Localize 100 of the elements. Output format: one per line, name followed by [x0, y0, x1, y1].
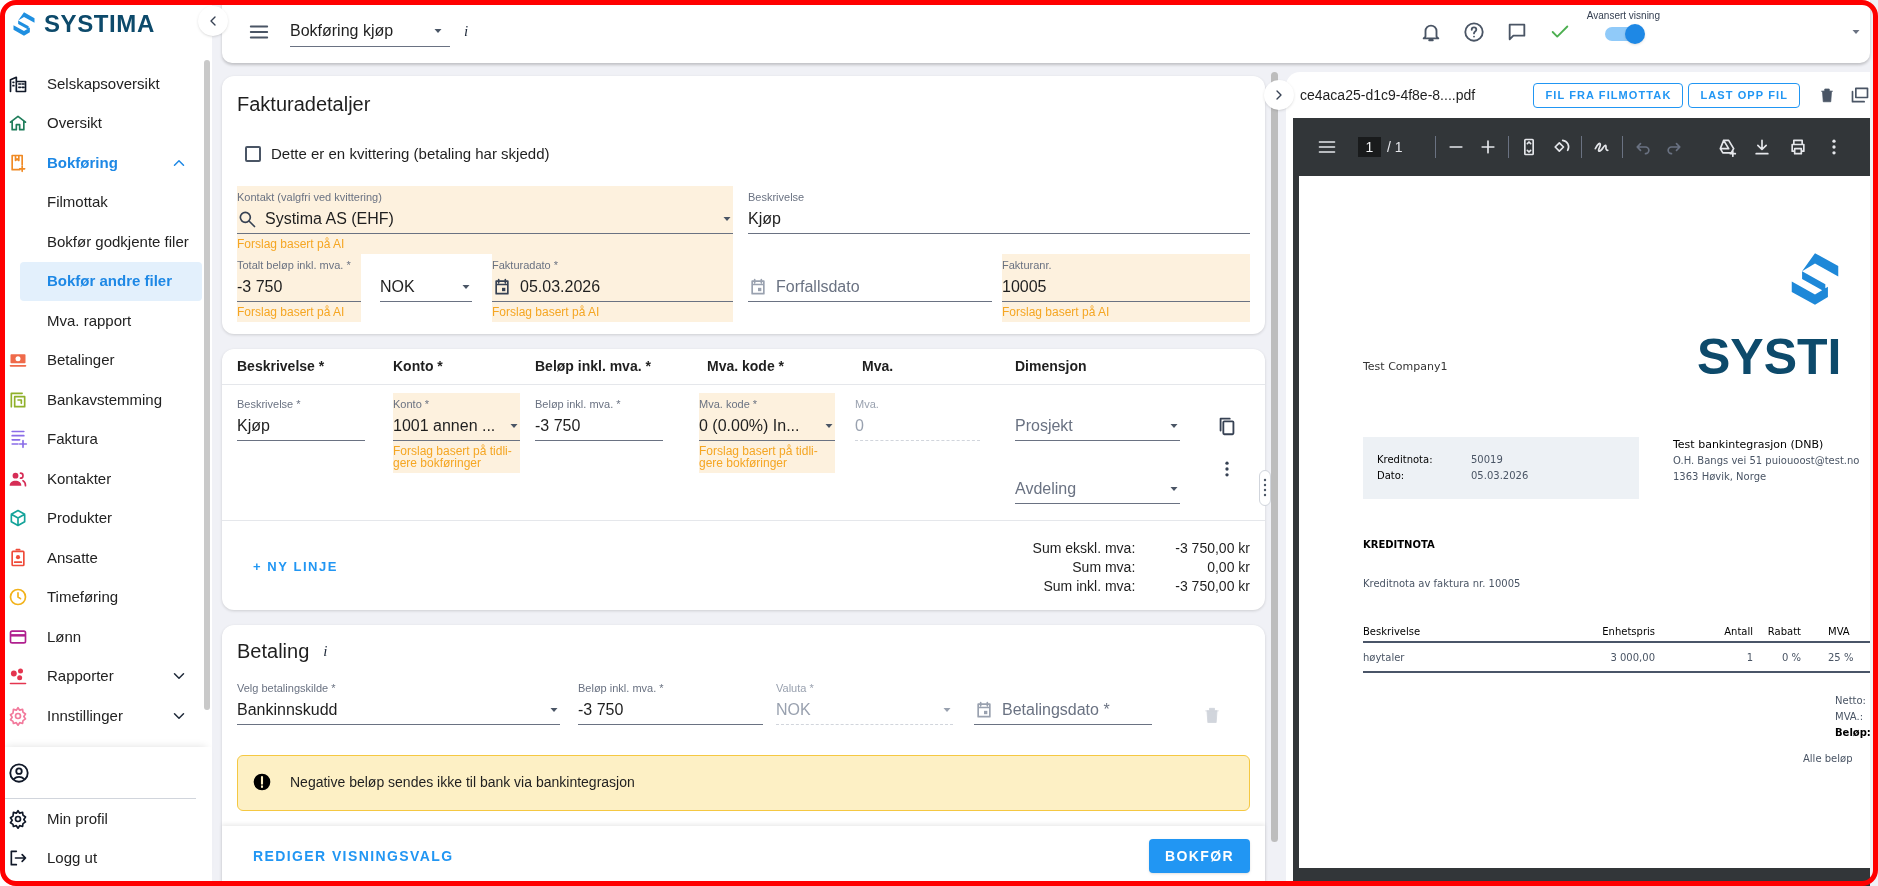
sidebar-item[interactable]: Ansatte	[0, 538, 202, 578]
info-icon[interactable]: i	[323, 639, 328, 663]
sidebar-item[interactable]: Bokføring	[0, 143, 202, 183]
search-field[interactable]: Systima AS (EHF)	[265, 206, 713, 231]
sidebar-item[interactable]: Timeføring	[0, 577, 202, 617]
sidebar-item[interactable]: Bokfør godkjente filer	[20, 222, 202, 262]
sidebar-item[interactable]: Lønn	[0, 617, 202, 657]
logo-text: SYSTI	[1697, 335, 1843, 379]
date-field[interactable]: 05.03.2026	[520, 274, 733, 299]
book-plus-icon	[8, 152, 28, 173]
sidebar-item[interactable]: Selskapsoversikt	[0, 64, 202, 104]
select-field[interactable]: 1001 annen ...	[393, 413, 500, 438]
sidebar-item[interactable]: Rapporter	[0, 656, 202, 696]
calendar-icon	[748, 276, 768, 297]
sidebar-item[interactable]: Filmottak	[20, 182, 202, 222]
total-label: Beløp:	[1835, 726, 1870, 740]
date-field[interactable]: Betalingsdato *	[1002, 697, 1152, 722]
total-label: Netto:	[1835, 694, 1867, 708]
view-toggle[interactable]	[1605, 27, 1642, 41]
clock-icon	[8, 587, 28, 608]
date-field[interactable]: Forfallsdato	[776, 274, 992, 299]
checkbox-label: Dette er en kvittering (betaling har skjedd)	[271, 143, 550, 164]
card-title: Fakturadetaljer	[237, 92, 372, 117]
field-label: Valuta *	[776, 681, 815, 695]
footnote: Alle beløp	[1803, 752, 1854, 766]
scrollbar[interactable]	[1271, 72, 1278, 842]
scrollbar[interactable]	[204, 60, 210, 710]
select-field[interactable]: 0 (0.00%) In...	[699, 413, 815, 438]
sidebar-item[interactable]: Mva. rapport	[20, 301, 202, 341]
date-field[interactable]: Fakturadato * 05.03.2026 Forslag basert på AI	[492, 254, 733, 322]
ai-hint: Forslag basert på AI	[237, 236, 346, 253]
input-field[interactable]: 10005	[1002, 274, 1250, 299]
select-field[interactable]: Bankinnskudd	[237, 697, 540, 722]
logo-text: SYSTIMA	[44, 9, 155, 39]
ai-hint: Forslag basert på AI	[237, 304, 346, 321]
input-field[interactable]: -3 750	[237, 274, 361, 299]
table-cell-text: 1	[1745, 650, 1753, 665]
info-icon[interactable]: i	[464, 20, 469, 43]
sidebar-item[interactable]: Innstillinger	[0, 696, 202, 736]
field-label: Beskrivelse	[748, 190, 806, 204]
column-header: Beskrivelse *	[237, 357, 326, 376]
file-name: ce4aca25-d1c9-4f8e-8....pdf	[1300, 85, 1476, 105]
column-header: Dimensjon	[1015, 357, 1088, 376]
delete-icon[interactable]	[1818, 86, 1836, 104]
total-label: Sum inkl. mva:	[1042, 577, 1136, 596]
column-header: Mva. kode *	[707, 357, 786, 376]
checkbox[interactable]	[245, 146, 261, 162]
total-label: MVA.:	[1835, 710, 1865, 724]
select-field[interactable]: Prosjekt	[1015, 413, 1168, 438]
settings-icon	[8, 808, 28, 829]
resize-handle[interactable]	[1259, 470, 1271, 506]
address-line: 1363 Høvik, Norge	[1673, 470, 1768, 484]
select-field[interactable]: Bokføring kjøp	[290, 16, 450, 47]
info-value: 05.03.2026	[1471, 469, 1530, 483]
sidebar-item[interactable]: Logg ut	[0, 838, 212, 878]
table-header: Enhetspris	[1601, 624, 1655, 639]
input-field[interactable]: Kjøp	[748, 206, 1250, 231]
table-cell-text: 0 %	[1780, 650, 1801, 665]
total-value: -3 750,00 kr	[1175, 577, 1250, 596]
field-label: Fakturanr.	[1002, 258, 1053, 272]
sidebar-item[interactable]: Produkter	[0, 498, 202, 538]
select-field[interactable]: NOK	[380, 274, 452, 299]
id-badge-icon	[8, 547, 28, 568]
sidebar-item[interactable]: Oversikt	[0, 103, 202, 143]
calendar-icon	[492, 276, 512, 297]
column-header: Konto *	[393, 357, 444, 376]
info-label: Dato:	[1377, 469, 1406, 483]
table-header: MVA	[1827, 624, 1850, 639]
sidebar-item[interactable]: Kontakter	[0, 459, 202, 499]
alert-message: Negative beløp sendes ikke til bank via bankintegrasjon	[290, 773, 635, 792]
input-field[interactable]: -3 750	[535, 413, 663, 438]
input-field[interactable]: Kjøp	[237, 413, 365, 438]
page-number-field[interactable]: 1	[1358, 137, 1381, 157]
table-header: Beskrivelse	[1363, 624, 1422, 639]
document-heading: KREDITNOTA	[1363, 538, 1436, 552]
select-field[interactable]: Avdeling	[1015, 476, 1168, 501]
select-field[interactable]: Mva. kode * 0 (0.00%) In... Forslag basert på tidli-gere bokføringer	[699, 393, 835, 473]
drag-dots-icon	[1263, 478, 1267, 498]
windows-icon[interactable]	[1850, 85, 1870, 105]
sidebar-item[interactable]: Betalinger	[0, 340, 202, 380]
field-label: Fakturadato *	[492, 258, 560, 272]
ai-hint: Forslag basert på AI	[492, 304, 601, 321]
sidebar-item[interactable]: Faktura	[0, 419, 202, 459]
total-label: Sum mva:	[1071, 558, 1136, 577]
sidebar-item[interactable]: Min profil	[0, 799, 212, 839]
input-field[interactable]: -3 750	[578, 697, 763, 722]
building-icon	[8, 73, 28, 94]
input-field[interactable]: Totalt beløp inkl. mva. * -3 750 Forslag basert på AI	[237, 254, 361, 322]
alert-icon	[252, 772, 272, 792]
account-icon[interactable]	[8, 761, 30, 784]
input-field[interactable]: Fakturanr. 10005 Forslag basert på AI	[1002, 254, 1250, 322]
search-field[interactable]: Kontakt (valgfri ved kvittering) Systima AS (EHF) Forslag basert på AI	[237, 186, 733, 254]
field-label: Mva. kode *	[699, 397, 759, 411]
sidebar-item[interactable]: Bankavstemming	[0, 380, 202, 420]
select-field[interactable]: Konto * 1001 annen ... Forslag basert på tidli-gere bokføringer	[393, 393, 520, 473]
ai-hint: Forslag basert på tidli-gere bokføringer	[393, 443, 513, 472]
column-header: Beløp inkl. mva. *	[535, 357, 652, 376]
total-label: Sum ekskl. mva:	[1032, 539, 1136, 558]
recipient-name: Test bankintegrasjon (DNB)	[1673, 437, 1825, 453]
help-icon[interactable]	[1462, 20, 1485, 43]
